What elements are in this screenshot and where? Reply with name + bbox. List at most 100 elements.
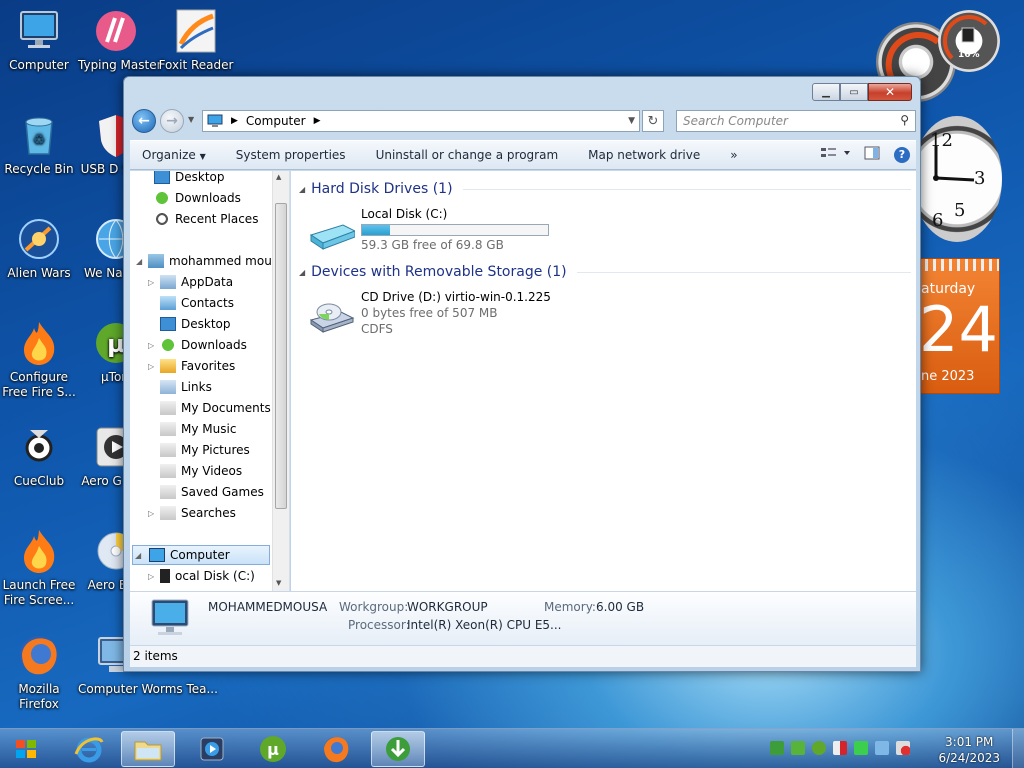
flame-icon	[16, 528, 62, 574]
start-button[interactable]	[10, 734, 42, 764]
nav-pane-scrollbar[interactable]: ▲ ▼	[272, 171, 289, 591]
more-commands-button[interactable]: »	[730, 148, 737, 162]
address-dropdown[interactable]: ▼	[628, 116, 635, 126]
downloads-icon	[160, 338, 176, 352]
tree-item-computer[interactable]: ◢ Computer	[132, 545, 270, 565]
desktop-icon-cueclub[interactable]: CueClub	[1, 424, 77, 489]
recent-pages-dropdown[interactable]: ▼	[188, 115, 194, 124]
desktop-icon-configure-free-fire[interactable]: Configure Free Fire S...	[1, 320, 77, 400]
minimize-button[interactable]: ▁	[812, 83, 840, 101]
breadcrumb-computer[interactable]: Computer	[246, 114, 306, 128]
taskbar-media-player[interactable]	[185, 731, 239, 767]
taskbar-download-manager[interactable]	[371, 731, 425, 767]
collapse-arrow-icon[interactable]: ▷	[148, 278, 154, 287]
scrollbar-thumb[interactable]	[275, 203, 287, 509]
documents-icon	[160, 401, 176, 415]
organize-button[interactable]: Organize ▼	[142, 148, 206, 162]
tree-item-my-pictures[interactable]: My Pictures	[160, 440, 250, 460]
scroll-down-icon[interactable]: ▼	[276, 579, 281, 587]
drive-usage-bar	[361, 224, 549, 236]
tree-item-saved-games[interactable]: Saved Games	[160, 482, 264, 502]
navigation-pane: Desktop Downloads Recent Places ◢ mohamme…	[130, 171, 290, 591]
windows-logo-icon	[16, 740, 36, 758]
tray-volume-muted-icon[interactable]	[896, 741, 910, 755]
tree-item-my-documents[interactable]: My Documents	[160, 398, 271, 418]
tree-item-desktop[interactable]: Desktop	[154, 171, 225, 187]
close-button[interactable]: ✕	[868, 83, 912, 101]
tree-item-links[interactable]: Links	[160, 377, 212, 397]
collapse-arrow-icon[interactable]: ▷	[148, 572, 154, 581]
tray-network-icon[interactable]	[770, 741, 784, 755]
tray-flag-icon[interactable]	[854, 741, 868, 755]
tree-item-my-videos[interactable]: My Videos	[160, 461, 242, 481]
uninstall-program-button[interactable]: Uninstall or change a program	[376, 148, 559, 162]
tree-item-searches[interactable]: ▷ Searches	[146, 503, 236, 523]
group-collapse-icon[interactable]: ◢	[299, 185, 305, 194]
desktop-icon-label: CueClub	[13, 474, 65, 488]
tree-item-downloads[interactable]: Downloads	[154, 188, 241, 208]
expand-arrow-icon[interactable]: ◢	[135, 551, 141, 560]
taskbar-explorer[interactable]	[121, 731, 175, 767]
tray-download-icon[interactable]	[791, 741, 805, 755]
group-hard-disk-drives[interactable]: ◢ Hard Disk Drives (1)	[299, 181, 911, 197]
back-button[interactable]: ←	[132, 109, 156, 133]
desktop-icon-foxit-reader[interactable]: Foxit Reader	[158, 8, 234, 73]
item-count: 2 items	[133, 649, 178, 663]
tree-item-user-folder[interactable]: ◢ mohammed mous	[134, 251, 278, 271]
breadcrumb-separator[interactable]: ▶	[231, 116, 238, 126]
tree-item-recent-places[interactable]: Recent Places	[154, 209, 258, 229]
tray-shield-icon[interactable]	[833, 741, 847, 755]
address-bar[interactable]: ▶ Computer ▶ ▼	[202, 110, 640, 132]
taskbar-internet-explorer[interactable]	[62, 731, 116, 767]
tree-item-contacts[interactable]: Contacts	[160, 293, 234, 313]
search-icon: ⚲	[900, 113, 909, 127]
drive-cd-d[interactable]: CD Drive (D:) virtio-win-0.1.225 0 bytes…	[309, 290, 569, 340]
downloads-icon	[154, 191, 170, 205]
expand-arrow-icon[interactable]: ◢	[136, 257, 142, 266]
tree-item-local-disk[interactable]: ▷ ocal Disk (C:)	[146, 566, 255, 586]
tree-item-my-music[interactable]: My Music	[160, 419, 236, 439]
tree-item-appdata[interactable]: ▷ AppData	[146, 272, 233, 292]
clock-gadget: 12 3 5 6	[912, 116, 1002, 246]
tree-item-downloads-2[interactable]: ▷ Downloads	[146, 335, 247, 355]
desktop-icon-firefox[interactable]: Mozilla Firefox	[1, 632, 77, 712]
drive-free-space: 0 bytes free of 507 MB	[361, 306, 498, 320]
desktop-icon-computer[interactable]: Computer	[1, 8, 77, 73]
system-properties-button[interactable]: System properties	[236, 148, 346, 162]
collapse-arrow-icon[interactable]: ▷	[148, 509, 154, 518]
collapse-arrow-icon[interactable]: ▷	[148, 341, 154, 350]
refresh-button[interactable]: ↻	[642, 110, 664, 132]
drive-name: Local Disk (C:)	[361, 207, 448, 221]
help-icon[interactable]: ?	[894, 146, 910, 163]
desktop-icon-alien-wars[interactable]: Alien Wars	[1, 216, 77, 281]
breadcrumb-separator[interactable]: ▶	[314, 116, 321, 126]
tray-utorrent-icon[interactable]	[812, 741, 826, 755]
desktop-icon-typing-master[interactable]: Typing Master	[78, 8, 162, 73]
folder-icon	[134, 741, 162, 761]
taskbar-clock[interactable]: 3:01 PM 6/24/2023	[938, 734, 1000, 766]
search-input[interactable]: Search Computer ⚲	[676, 110, 916, 132]
map-network-drive-button[interactable]: Map network drive	[588, 148, 700, 162]
clock-time: 3:01 PM	[945, 735, 994, 749]
tree-item-desktop-2[interactable]: Desktop	[160, 314, 231, 334]
tree-item-favorites[interactable]: ▷ Favorites	[146, 356, 235, 376]
drive-local-disk-c[interactable]: Local Disk (C:) 59.3 GB free of 69.8 GB	[309, 207, 569, 257]
pictures-icon	[160, 443, 176, 457]
scroll-up-icon[interactable]: ▲	[276, 173, 281, 181]
change-view-button[interactable]	[820, 146, 850, 163]
system-tray	[770, 741, 910, 755]
collapse-arrow-icon[interactable]: ▷	[148, 362, 154, 371]
forward-button[interactable]: →	[160, 109, 184, 133]
group-removable-storage[interactable]: ◢ Devices with Removable Storage (1)	[299, 264, 911, 280]
group-collapse-icon[interactable]: ◢	[299, 268, 305, 277]
memory-label: Memory:	[544, 600, 596, 614]
show-desktop-button[interactable]	[1012, 729, 1024, 768]
desktop-icon-recycle-bin[interactable]: ♻ Recycle Bin	[1, 112, 77, 177]
maximize-button[interactable]: ▭	[840, 83, 868, 101]
tray-display-icon[interactable]	[875, 741, 889, 755]
view-icon	[821, 148, 850, 157]
taskbar-utorrent[interactable]: µ	[246, 731, 300, 767]
taskbar-firefox[interactable]	[309, 731, 363, 767]
preview-pane-button[interactable]	[864, 146, 880, 163]
desktop-icon-launch-free-fire[interactable]: Launch Free Fire Scree...	[1, 528, 77, 608]
